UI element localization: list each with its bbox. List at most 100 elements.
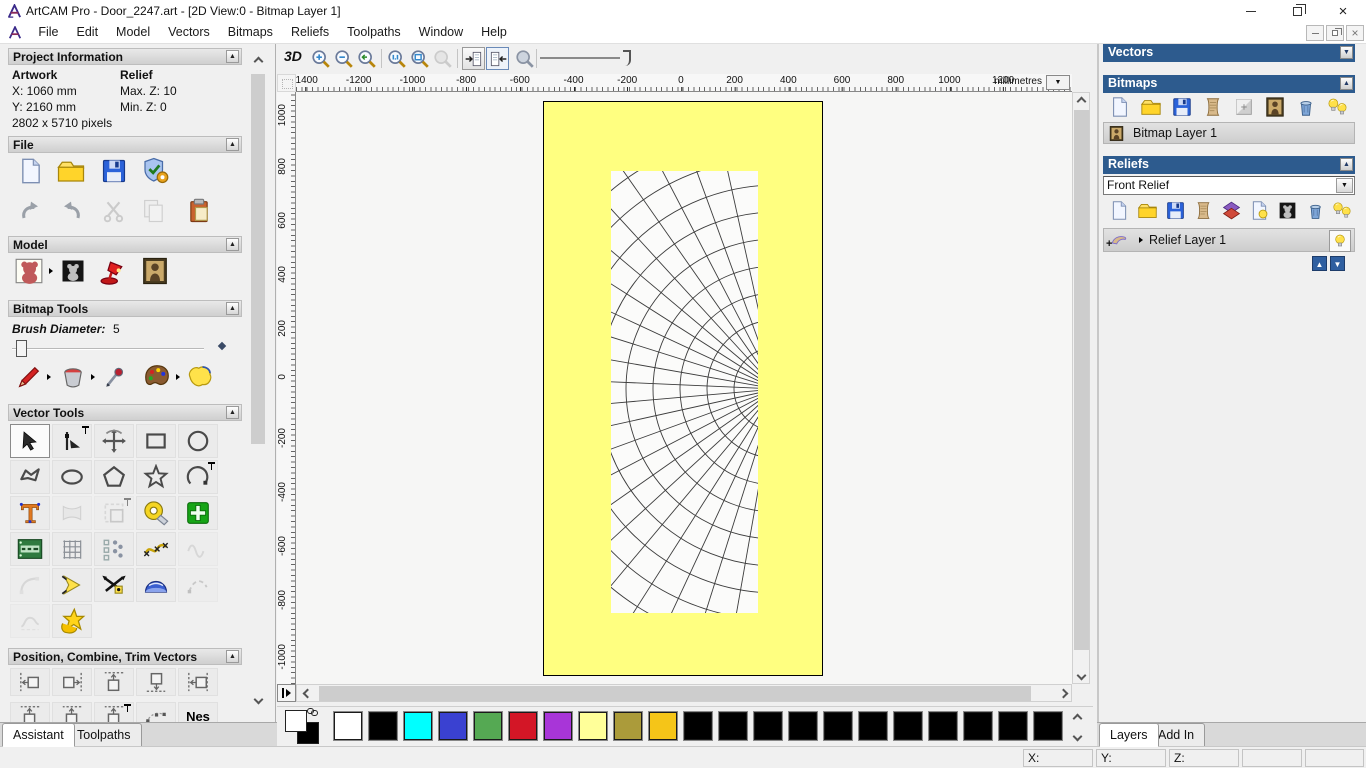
create-star-tool[interactable]: [136, 460, 176, 494]
colour-swatch[interactable]: [578, 711, 608, 741]
cut-button[interactable]: [99, 196, 129, 226]
colour-swatch[interactable]: [613, 711, 643, 741]
create-text-tool[interactable]: [10, 496, 50, 530]
select-vectors-tool[interactable]: [10, 424, 50, 458]
bitmap-to-relief-button[interactable]: [1264, 96, 1286, 118]
colour-swatch[interactable]: [508, 711, 538, 741]
menu-item-bitmaps[interactable]: Bitmaps: [219, 22, 282, 43]
mdi-restore-button[interactable]: [1326, 25, 1344, 41]
colour-swatch[interactable]: [1033, 711, 1063, 741]
paste-along-curve-button[interactable]: [136, 702, 176, 722]
node-editing-tool[interactable]: [52, 424, 92, 458]
measure-tool[interactable]: [136, 496, 176, 530]
colour-swatch[interactable]: [438, 711, 468, 741]
merge-bitmap-layers-button[interactable]: [1202, 96, 1224, 118]
collapse-model-section-button[interactable]: ▲: [226, 238, 239, 251]
wrap-star-tool[interactable]: [52, 604, 92, 638]
colour-swatch[interactable]: [473, 711, 503, 741]
colour-swatch[interactable]: [928, 711, 958, 741]
minimize-button[interactable]: [1228, 0, 1274, 22]
model-artboard[interactable]: [543, 101, 823, 676]
toggle-all-reliefs-visibility-button[interactable]: [1331, 200, 1352, 221]
align-left-button[interactable]: [10, 668, 50, 696]
tab-toolpaths[interactable]: Toolpaths: [66, 723, 142, 747]
join-vectors-tool[interactable]: [52, 568, 92, 602]
relief-layer-row[interactable]: + Relief Layer 1: [1103, 228, 1355, 252]
open-bitmap-layer-button[interactable]: [1140, 96, 1162, 118]
restore-button[interactable]: [1274, 0, 1320, 22]
fit-spline-tool[interactable]: [136, 532, 176, 566]
undo-button[interactable]: [16, 196, 46, 226]
adjust-model-button[interactable]: [58, 256, 88, 286]
model-properties-button[interactable]: [140, 156, 170, 186]
snap-page-right-toggle[interactable]: [486, 47, 509, 70]
line-width-slider-handle[interactable]: [623, 50, 631, 66]
brush-diameter-slider-handle[interactable]: [16, 340, 27, 357]
close-button[interactable]: ×: [1320, 0, 1366, 22]
save-relief-layer-button[interactable]: [1165, 200, 1186, 221]
canvas-horizontal-scrollbar[interactable]: [296, 684, 1072, 702]
zoom-out-button[interactable]: [332, 47, 355, 70]
move-layer-down-button[interactable]: ▼: [1330, 256, 1345, 271]
create-rectangle-tool[interactable]: [136, 424, 176, 458]
fit-polyline-tool[interactable]: [178, 532, 218, 566]
zoom-in-button[interactable]: [309, 47, 332, 70]
assistant-scrollbar[interactable]: [250, 54, 266, 706]
relief-visibility-button[interactable]: [1249, 200, 1270, 221]
paint-flyout[interactable]: [47, 374, 51, 380]
set-model-size-flyout[interactable]: [49, 268, 53, 274]
bitmap-layer-row[interactable]: Bitmap Layer 1: [1103, 122, 1355, 144]
offset-vectors-tool[interactable]: [94, 496, 134, 530]
texture-relief-button[interactable]: [140, 256, 170, 286]
snap-page-left-toggle[interactable]: [462, 47, 485, 70]
zoom-lens-button[interactable]: [513, 47, 536, 70]
tab-layers[interactable]: Layers: [1099, 723, 1159, 747]
texture-flood-button[interactable]: [185, 362, 215, 392]
flood-fill-button[interactable]: [58, 362, 88, 392]
assistant-scrollbar-thumb[interactable]: [251, 74, 265, 444]
paint-button[interactable]: [14, 362, 44, 392]
colour-swatch[interactable]: [998, 711, 1028, 741]
scroll-right-button[interactable]: [1055, 685, 1071, 701]
line-width-slider-track[interactable]: [540, 57, 620, 59]
centre-top-button-1[interactable]: [10, 702, 50, 722]
relief-layer-expand-arrow[interactable]: [1139, 237, 1143, 243]
collapse-file-section-button[interactable]: ▲: [226, 138, 239, 151]
open-relief-layer-button[interactable]: [1137, 200, 1158, 221]
envelope-distortion-tool[interactable]: [52, 496, 92, 530]
colour-swatch[interactable]: [753, 711, 783, 741]
zoom-1to1-button[interactable]: [385, 47, 408, 70]
colour-swatch[interactable]: [648, 711, 678, 741]
block-copy-tool[interactable]: [94, 532, 134, 566]
distort-vectors-tool[interactable]: [52, 532, 92, 566]
zoom-previous-button[interactable]: [355, 47, 378, 70]
relief-select-combo[interactable]: Front Relief ▼: [1103, 176, 1355, 195]
flood-fill-flyout[interactable]: [91, 374, 95, 380]
delete-bitmap-layer-button[interactable]: [1295, 96, 1317, 118]
ruler-units-dropdown[interactable]: ▼: [1046, 75, 1070, 90]
redo-button[interactable]: [56, 196, 86, 226]
colour-palette-button[interactable]: [142, 362, 172, 392]
tab-assistant[interactable]: Assistant: [2, 723, 75, 747]
menu-item-file[interactable]: File: [29, 22, 67, 43]
colour-swatch[interactable]: [333, 711, 363, 741]
zoom-object-button[interactable]: [431, 47, 454, 70]
toggle-all-bitmaps-visibility-button[interactable]: [1326, 96, 1348, 118]
combine-relief-layers-button[interactable]: [1221, 200, 1242, 221]
mdi-close-button[interactable]: ×: [1346, 25, 1364, 41]
centre-top-button-2[interactable]: [52, 702, 92, 722]
menu-item-edit[interactable]: Edit: [68, 22, 108, 43]
menu-item-model[interactable]: Model: [107, 22, 159, 43]
colour-swatch[interactable]: [823, 711, 853, 741]
relief-greyscale-button[interactable]: [1277, 200, 1298, 221]
menu-item-reliefs[interactable]: Reliefs: [282, 22, 338, 43]
copy-button[interactable]: [139, 196, 169, 226]
colour-swatch[interactable]: [788, 711, 818, 741]
align-right-button[interactable]: [52, 668, 92, 696]
menu-item-vectors[interactable]: Vectors: [159, 22, 219, 43]
colour-swatch[interactable]: [893, 711, 923, 741]
set-model-size-button[interactable]: [14, 256, 44, 286]
trim-vectors-tool[interactable]: [94, 568, 134, 602]
collapse-vector-tools-button[interactable]: ▲: [226, 406, 239, 419]
colour-swatch[interactable]: [683, 711, 713, 741]
